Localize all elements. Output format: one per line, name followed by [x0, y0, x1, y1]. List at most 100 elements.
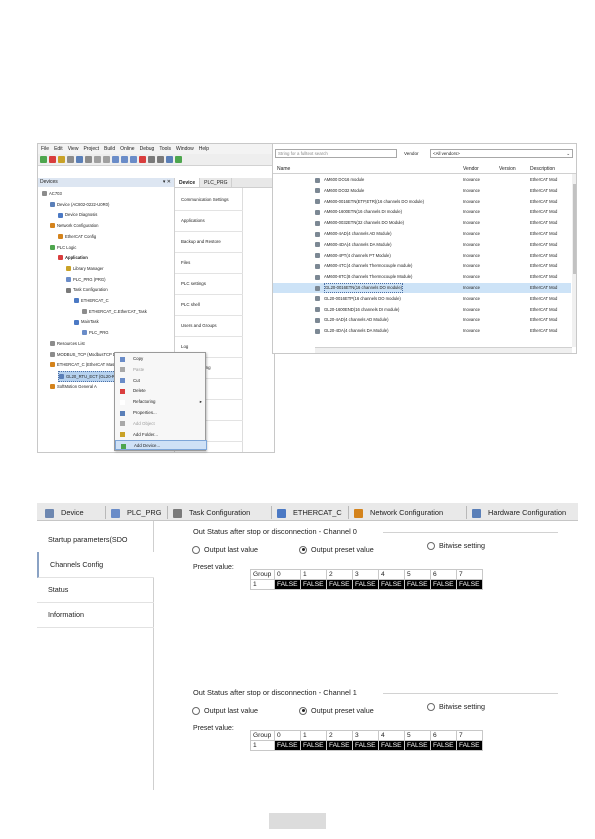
menu-tools[interactable]: Tools: [159, 146, 171, 152]
login-icon[interactable]: [175, 156, 182, 163]
radio-option[interactable]: Output preset value: [299, 706, 374, 715]
radio-button[interactable]: [299, 545, 307, 554]
preset-value-cell[interactable]: FALSE: [274, 740, 301, 751]
preset-value-cell[interactable]: FALSE: [378, 740, 405, 751]
tab-device[interactable]: Device: [175, 178, 201, 187]
catalog-row[interactable]: GL20-1600END(16 channels DI module) Inova…: [273, 305, 571, 315]
catalog-row[interactable]: GL20-0016ETN(16 channels DO module) Inova…: [273, 283, 571, 294]
settings-item[interactable]: Files: [181, 260, 190, 265]
replace-icon[interactable]: [157, 156, 164, 163]
preset-value-cell[interactable]: FALSE: [326, 579, 353, 590]
preset-value-cell[interactable]: FALSE: [456, 740, 483, 751]
preset-value-cell[interactable]: FALSE: [352, 740, 379, 751]
tree-node[interactable]: PLC_PRG (PRG): [66, 275, 106, 284]
paste-icon[interactable]: [130, 156, 137, 163]
vertical-scrollbar[interactable]: [572, 174, 576, 347]
preset-value-cell[interactable]: FALSE: [430, 740, 457, 751]
column-version[interactable]: Version: [499, 164, 516, 174]
settings-item[interactable]: PLC shell: [181, 302, 200, 307]
tab-plc-prg[interactable]: PLC_PRG: [200, 178, 233, 187]
tree-node[interactable]: Network Configuration: [50, 221, 98, 230]
column-name[interactable]: Name: [277, 164, 290, 174]
vendor-select[interactable]: <All vendors> ⌄: [430, 149, 573, 158]
catalog-row[interactable]: GL20-4AD(4 channels AD Module) Inovance Et…: [273, 315, 571, 325]
radio-button[interactable]: [192, 706, 200, 715]
radio-button[interactable]: [299, 706, 307, 715]
catalog-row[interactable]: AM600-4AD(4 channels AD Module) Inovance E…: [273, 229, 571, 239]
preset-value-cell[interactable]: FALSE: [326, 740, 353, 751]
catalog-row[interactable]: AM600-4DA(4 channels DA Module) Inovance E…: [273, 240, 571, 250]
undo-icon[interactable]: [94, 156, 101, 163]
menu-build[interactable]: Build: [104, 146, 115, 152]
tree-node[interactable]: SoftMotion General A: [50, 382, 97, 391]
settings-item[interactable]: Communication Settings: [181, 197, 229, 202]
build-icon[interactable]: [166, 156, 173, 163]
preset-value-cell[interactable]: FALSE: [430, 579, 457, 590]
new-file-icon[interactable]: [58, 156, 65, 163]
side-item[interactable]: Information: [37, 602, 154, 628]
redo-icon[interactable]: [103, 156, 110, 163]
menu-window[interactable]: Window: [176, 146, 194, 152]
tree-node[interactable]: AC703: [42, 189, 62, 198]
settings-item[interactable]: Users and Groups: [181, 323, 217, 328]
context-menu-item[interactable]: Add Device...: [115, 440, 207, 451]
catalog-row[interactable]: AM600-0032ETN(32 channels DO Module) Inov…: [273, 218, 571, 228]
menu-project[interactable]: Project: [83, 146, 99, 152]
find-icon[interactable]: [148, 156, 155, 163]
tree-node[interactable]: ETHERCAT_C: [74, 296, 109, 305]
cut-icon[interactable]: [112, 156, 119, 163]
catalog-row[interactable]: AM600 DO16 module Inovance EtherCAT Mod: [273, 175, 571, 185]
menu-view[interactable]: View: [68, 146, 79, 152]
context-menu-item[interactable]: Delete: [115, 386, 207, 396]
column-description[interactable]: Description: [530, 164, 555, 174]
preset-value-cell[interactable]: FALSE: [404, 579, 431, 590]
radio-option[interactable]: Output last value: [192, 706, 258, 715]
preset-value-cell[interactable]: FALSE: [456, 579, 483, 590]
preset-value-table[interactable]: Group 0 1 2 3 4 5 6 7 1 FALSE FALSE FALSE FALSE FALSE F…: [250, 730, 483, 751]
preset-value-cell[interactable]: FALSE: [274, 579, 301, 590]
tree-node[interactable]: Application: [58, 253, 88, 262]
pin-icon[interactable]: ▾ ✕: [163, 178, 171, 187]
menu-online[interactable]: Online: [120, 146, 134, 152]
tree-node[interactable]: Task Configuration: [66, 285, 108, 294]
catalog-row[interactable]: AM600-4PT(4 channels PT Module) Inovance E…: [273, 251, 571, 261]
catalog-row[interactable]: GL20-4DA(4 channels DA Module) Inovance Et…: [273, 326, 571, 336]
copy-icon[interactable]: [121, 156, 128, 163]
context-menu-item[interactable]: Refactoring ▸: [115, 397, 207, 407]
tree-node[interactable]: Device (AC802-0222-U0R0): [50, 200, 109, 209]
catalog-row[interactable]: AM600-4TC(4 channels Thermocouple module…: [273, 261, 571, 271]
horizontal-scrollbar[interactable]: [315, 347, 572, 353]
context-menu-item[interactable]: Add Folder...: [115, 430, 207, 440]
open-icon[interactable]: [67, 156, 74, 163]
context-menu-item[interactable]: Cut: [115, 376, 207, 386]
radio-button[interactable]: [427, 541, 435, 550]
context-menu-item[interactable]: Copy: [115, 354, 207, 364]
settings-item[interactable]: Applications: [181, 218, 205, 223]
delete-icon[interactable]: [139, 156, 146, 163]
catalog-row[interactable]: GL20-0016ETP(16 channels DO module) Inova…: [273, 294, 571, 304]
radio-option[interactable]: Bitwise setting: [427, 541, 485, 550]
tree-node[interactable]: Resources List: [50, 339, 85, 348]
radio-option[interactable]: Output preset value: [299, 545, 374, 554]
menu-debug[interactable]: Debug: [140, 146, 155, 152]
tree-node[interactable]: PLC Logic: [50, 243, 76, 252]
menu-edit[interactable]: Edit: [54, 146, 63, 152]
tree-node[interactable]: EtherCAT Config: [58, 232, 96, 241]
side-item[interactable]: Startup parameters(SDO Setting): [37, 527, 154, 570]
catalog-row[interactable]: AM600-1600ETN(16 channels DI module) Inov…: [273, 207, 571, 217]
preset-value-cell[interactable]: FALSE: [352, 579, 379, 590]
preset-value-table[interactable]: Group 0 1 2 3 4 5 6 7 1 FALSE FALSE FALSE FALSE FALSE F…: [250, 569, 483, 590]
tree-node[interactable]: ETHERCAT_C.EtherCAT_Task: [82, 307, 147, 316]
run-icon[interactable]: [40, 156, 47, 163]
tree-node[interactable]: Device Diagnosis: [58, 210, 97, 219]
scrollbar-thumb[interactable]: [573, 184, 576, 274]
stop-icon[interactable]: [49, 156, 56, 163]
radio-button[interactable]: [427, 702, 435, 711]
save-icon[interactable]: [76, 156, 83, 163]
radio-option[interactable]: Bitwise setting: [427, 702, 485, 711]
tree-node[interactable]: Library Manager: [66, 264, 104, 273]
fulltext-search-input[interactable]: String for a fulltext search: [275, 149, 397, 158]
menu-help[interactable]: Help: [199, 146, 209, 152]
tree-node[interactable]: PLC_PRG: [82, 328, 109, 337]
print-icon[interactable]: [85, 156, 92, 163]
